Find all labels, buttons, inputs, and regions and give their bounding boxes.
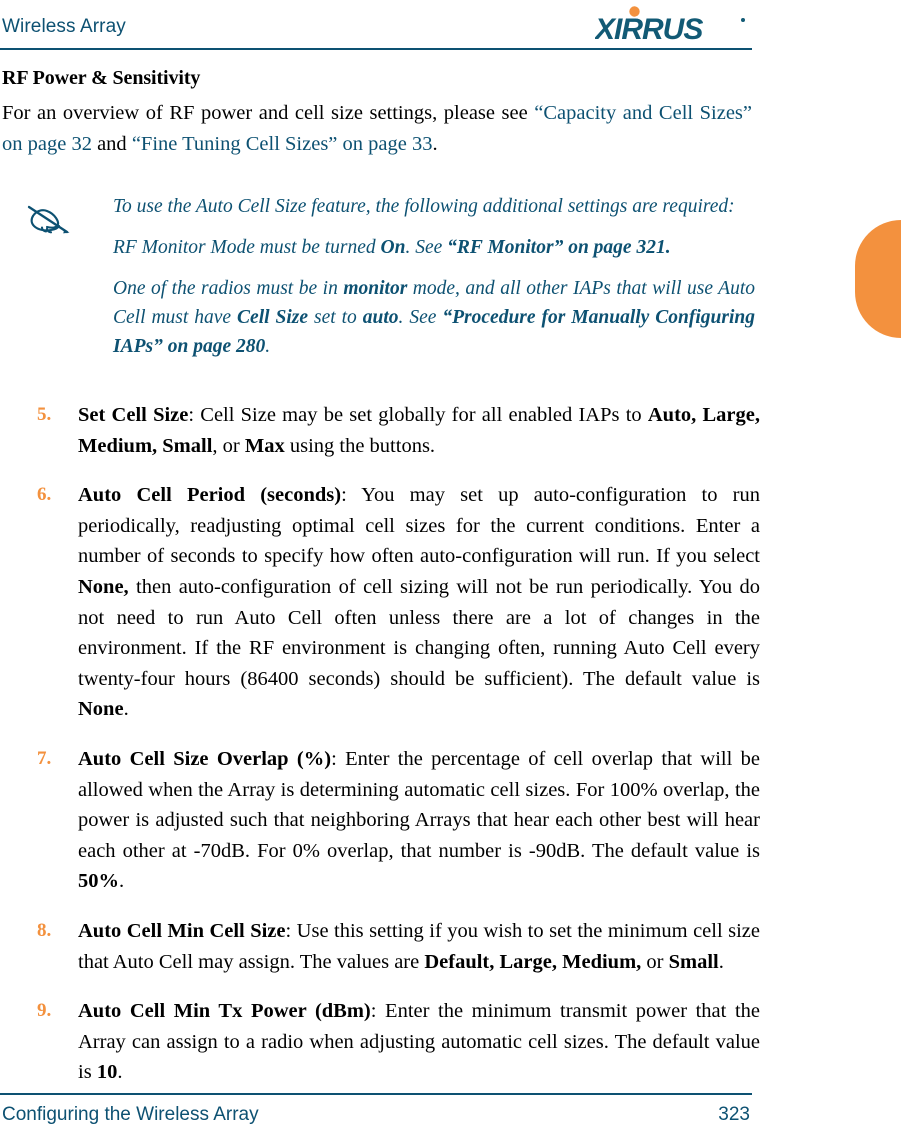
step-5-text-3: using the buttons. (284, 434, 436, 457)
step-number-5: 5. (37, 404, 52, 425)
list-item-step-6: 6. Auto Cell Period (seconds): You may se… (0, 480, 760, 725)
step-8-text-2: or (641, 950, 669, 973)
step-9-default-value: 10 (96, 1061, 118, 1084)
note-writing-hand-icon (26, 200, 74, 244)
footer-page-number: 323 (718, 1104, 750, 1125)
step-7-bold-default: 50% (78, 870, 119, 893)
step-8-values-1: Default, Large, Medium, (424, 950, 642, 973)
step-6-text-3: . (123, 698, 129, 721)
step-5-text-1: : Cell Size may be set globally for all … (188, 404, 648, 426)
step-number-6: 6. (37, 484, 52, 506)
footer-divider (0, 1093, 752, 1095)
step-6-text-2: then auto-configuration of cell sizing w… (78, 575, 760, 690)
note-p3-bold-auto: auto (362, 307, 399, 328)
step-8-text-3: . (718, 950, 724, 973)
step-6-term: Auto Cell Period (seconds) (78, 484, 342, 507)
note-p3-text-4: . See (398, 307, 443, 328)
step-7-term: Auto Cell Size Overlap (%) (78, 747, 332, 770)
step-7-text-2: . (119, 870, 125, 893)
list-item-step-9: 9. Auto Cell Min Tx Power (dBm): Enter th… (0, 996, 760, 1088)
step-8-values-2: Small (668, 950, 719, 973)
orange-edge-tab (855, 220, 901, 338)
page-footer: Configuring the Wireless Array 323 (0, 1093, 752, 1137)
note-p3-text-5: . (265, 336, 271, 357)
note-p2-text-2: . See (405, 237, 448, 258)
intro-text-3: . (432, 133, 438, 155)
note-p3-text-1: One of the radios must be in (113, 278, 344, 299)
svg-text:XIRRUS: XIRRUS (595, 13, 703, 46)
note-p3-bold-cell-size: Cell Size (237, 307, 309, 328)
document-page: Wireless Array XIRRUS RF Power & Sensiti… (0, 0, 901, 1137)
note-p3-text-3: set to (308, 307, 363, 328)
intro-text-1: For an overview of RF power and cell siz… (2, 102, 535, 124)
note-paragraph-1: To use the Auto Cell Size feature, the f… (113, 192, 755, 221)
note-p2-xref: “RF Monitor” on page 321. (447, 237, 671, 258)
step-6-bold-none-2: None (78, 698, 124, 721)
step-8-term: Auto Cell Min Cell Size (78, 919, 286, 942)
page-title: RF Power & Sensitivity (2, 67, 201, 89)
note-text: To use the Auto Cell Size feature, the f… (113, 192, 755, 361)
step-6-bold-none-1: None, (78, 575, 129, 598)
note-p2-bold-on: On (380, 237, 406, 258)
step-9-term: Auto Cell Min Tx Power (dBm) (78, 1000, 371, 1023)
intro-text-2: and (91, 133, 132, 155)
numbered-steps-list: 5. Set Cell Size: Cell Size may be set gl… (0, 400, 760, 1088)
step-9-text-2: . (117, 1061, 123, 1084)
note-paragraph-2: RF Monitor Mode must be turned On. See “… (113, 233, 755, 262)
step-5-values-2: Max (244, 434, 285, 457)
step-number-7: 7. (37, 747, 52, 769)
note-p2-text-1: RF Monitor Mode must be turned (113, 237, 381, 258)
step-5-term: Set Cell Size (78, 404, 189, 426)
note-p3-bold-monitor: monitor (343, 278, 408, 299)
header-divider (0, 48, 752, 50)
note-paragraph-3: One of the radios must be in monitor mod… (113, 274, 755, 361)
step-number-9: 9. (37, 1000, 52, 1022)
xref-fine-tuning-cell-sizes[interactable]: “Fine Tuning Cell Sizes” on page 33 (132, 133, 433, 155)
list-item-step-5: 5. Set Cell Size: Cell Size may be set gl… (0, 400, 760, 461)
list-item-step-8: 8. Auto Cell Min Cell Size: Use this sett… (0, 916, 760, 977)
intro-paragraph: For an overview of RF power and cell siz… (2, 98, 752, 160)
xirrus-logo: XIRRUS (595, 6, 755, 46)
step-5-text-2: , or (212, 434, 245, 457)
list-item-step-7: 7. Auto Cell Size Overlap (%): Enter the … (0, 744, 760, 897)
header-title: Wireless Array (2, 16, 126, 37)
note-p1-text: To use the Auto Cell Size feature, the f… (113, 196, 735, 217)
step-number-8: 8. (37, 919, 52, 941)
